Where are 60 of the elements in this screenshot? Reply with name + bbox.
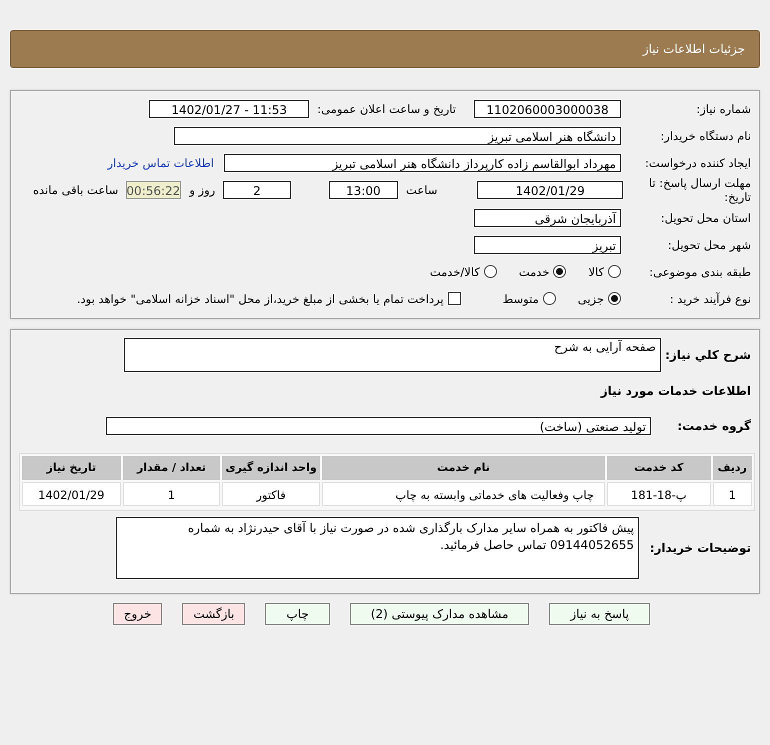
field-label: نام دستگاه خریدار: <box>659 128 751 142</box>
action-button[interactable]: بازگشت <box>182 603 246 625</box>
column-header: نام خدمت <box>322 456 605 480</box>
radio-button[interactable] <box>608 265 621 278</box>
column-header: تاریخ نیاز <box>22 456 121 480</box>
radio-button[interactable] <box>608 292 621 305</box>
column-header: ردیف <box>712 456 752 480</box>
days-field: 2 <box>223 181 291 199</box>
action-button[interactable]: مشاهده مدارک پیوستی (2) <box>350 603 530 625</box>
action-button[interactable]: خروج <box>112 603 162 625</box>
field-label: ساعت باقی مانده <box>33 183 118 197</box>
deadline-time-field: 13:00 <box>328 181 398 199</box>
radio-button[interactable] <box>553 265 566 278</box>
field-label: شرح کلي نیاز: <box>664 347 751 362</box>
column-header: تعداد / مقدار <box>122 456 220 480</box>
table-cell: 1 <box>712 482 752 506</box>
option-label: کالا/خدمت <box>430 264 480 278</box>
creator-field: مهرداد ابوالقاسم زاده کارپرداز دانشگاه هنر اسلامی تبریز <box>224 154 621 172</box>
option-label: کالا <box>588 264 604 278</box>
page-title: جزئیات اطلاعات نیاز <box>642 42 745 56</box>
field-label: توضیحات خریدار: <box>648 540 751 555</box>
column-header: واحد اندازه گیری <box>222 456 320 480</box>
buyer-contact-link[interactable]: اطلاعات تماس خریدار <box>107 156 214 170</box>
buyer-field: دانشگاه هنر اسلامی تبریز <box>174 126 621 144</box>
radio-button[interactable] <box>542 292 556 305</box>
action-button[interactable]: چاپ <box>265 603 330 625</box>
table-cell: 1 <box>122 482 220 506</box>
remaining-time-field: 00:56:22 <box>126 181 182 199</box>
field-label: تاریخ و ساعت اعلان عمومی: <box>317 102 456 116</box>
field-label: نوع فرآیند خرید : <box>668 292 751 306</box>
field-label: استان محل تحویل: <box>660 210 751 224</box>
summary-field: صفحه آرایی به شرح <box>124 338 661 372</box>
table-cell: 1402/01/29 <box>22 482 121 506</box>
service-group-field: تولید صنعتی (ساخت) <box>106 416 651 434</box>
radio-button[interactable] <box>484 265 497 278</box>
checkbox[interactable] <box>448 292 461 305</box>
province-field: آذربایجان شرقی <box>474 208 621 226</box>
option-label: خدمت <box>518 264 550 278</box>
field-label: روز و <box>189 183 216 197</box>
need-number-field: 1102060003000038 <box>474 100 621 118</box>
field-label: ایجاد کننده درخواست: <box>644 156 751 170</box>
field-label: شهر محل تحویل: <box>666 238 751 252</box>
option-label: متوسط <box>502 292 539 306</box>
announce-date-field: 1402/01/27 - 11:53 <box>149 100 310 118</box>
table-cell: چاپ وفعالیت های خدماتی وابسته به چاپ <box>322 482 605 506</box>
option-label: جزیی <box>578 292 604 306</box>
field-label: مهلت ارسال پاسخ: تا تاریخ: <box>648 176 751 204</box>
city-field: تبریز <box>474 236 621 254</box>
table-cell: پ-18-181 <box>606 482 711 506</box>
column-header: کد خدمت <box>606 456 711 480</box>
field-label: گروه خدمت: <box>676 418 751 432</box>
checkbox-label: پرداخت تمام یا بخشی از مبلغ خرید،از محل "اسناد خزانه اسلامی" خواهد بود. <box>76 292 444 306</box>
section-heading: اطلاعات خدمات مورد نیاز <box>599 383 751 400</box>
buyer-notes-field: پیش فاکتور به همراه سایر مدارک بارگذاری شده در صورت نیاز با آقای حیدرنژاد به شماره 09144052655 تماس حاصل فرمائید. <box>116 517 639 579</box>
action-button[interactable]: پاسخ به نیاز <box>549 603 650 625</box>
table-cell: فاکتور <box>222 482 320 506</box>
deadline-date-field: 1402/01/29 <box>477 181 623 199</box>
field-label: ساعت <box>406 183 438 197</box>
field-label: طبقه بندی موضوعی: <box>648 264 751 278</box>
field-label: شماره نیاز: <box>695 102 751 116</box>
